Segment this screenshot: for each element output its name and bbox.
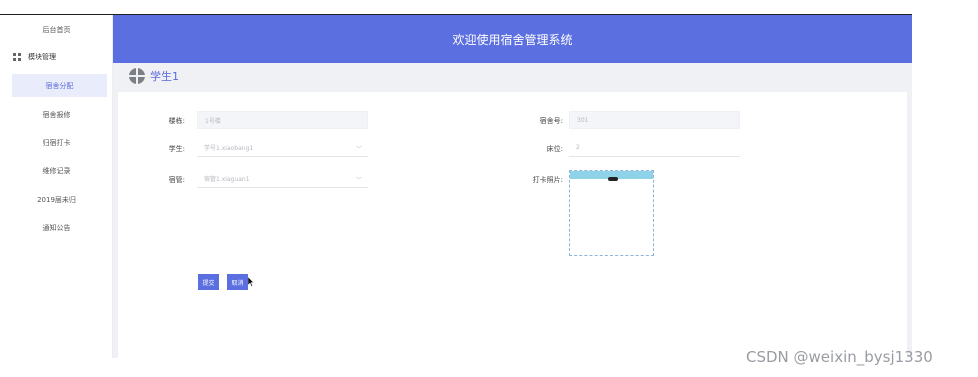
chevron-down-icon: ﹀ [355,146,362,153]
sidebar-item-dorm-repair[interactable]: 宿舍报修 [0,104,113,126]
room-value: 301 [577,116,589,124]
building-label: 楼栋: [168,117,185,125]
sidebar-item-dorm-assign[interactable]: 宿舍分配 [12,74,107,97]
bed-input[interactable]: 2 [569,139,740,157]
app-window: 后台首页 模块管理 宿舍分配 宿舍报修 归宿打卡 维修记录 2019届未归 通知… [0,0,978,377]
student-value: 学号1.xiaobang1 [204,145,254,152]
sidebar-item-home[interactable]: 后台首页 [0,19,113,41]
building-input[interactable]: 1号楼 [197,111,368,129]
watermark-text: CSDN @weixin_bysj1330 [746,348,933,366]
cancel-button[interactable]: 取消 [227,274,248,290]
manager-label: 宿管: [168,176,185,184]
sidebar-item-module[interactable]: 模块管理 [0,46,113,68]
sidebar: 后台首页 模块管理 [0,15,113,358]
sidebar-item-notice[interactable]: 通知公告 [0,217,113,239]
building-value: 1号楼 [205,117,221,125]
room-input[interactable]: 301 [569,111,740,129]
sidebar-item-not-returned[interactable]: 2019届未归 [0,189,113,211]
header-bar: 欢迎使用宿舍管理系统 [113,15,912,63]
sidebar-item-repair-records[interactable]: 维修记录 [0,160,113,182]
mouse-cursor-icon [248,277,254,287]
dorm-icon [129,67,145,84]
manager-select[interactable]: 宿管1.xiaguan1 ﹀ [197,170,368,188]
page-title: 欢迎使用宿舍管理系统 [452,32,573,47]
student-select[interactable]: 学号1.xiaobang1 ﹀ [197,139,368,157]
grid-icon [13,53,21,61]
photo-label: 打卡照片: [532,176,563,184]
breadcrumb-title: 学生1 [150,69,179,83]
breadcrumb: 学生1 [113,63,912,88]
bed-label: 床位: [546,145,563,153]
form-panel [118,92,907,358]
bed-value: 2 [576,144,580,151]
student-label: 学生: [168,145,185,153]
photo-upload-area[interactable] [569,170,654,256]
chevron-down-icon: ﹀ [355,177,362,184]
sidebar-item-checkin[interactable]: 归宿打卡 [0,132,113,154]
sidebar-item-label: 模块管理 [28,53,56,61]
room-label: 宿舍号: [539,117,563,125]
submit-button[interactable]: 提交 [198,274,219,290]
photo-handle [608,177,618,181]
manager-value: 宿管1.xiaguan1 [204,176,250,183]
